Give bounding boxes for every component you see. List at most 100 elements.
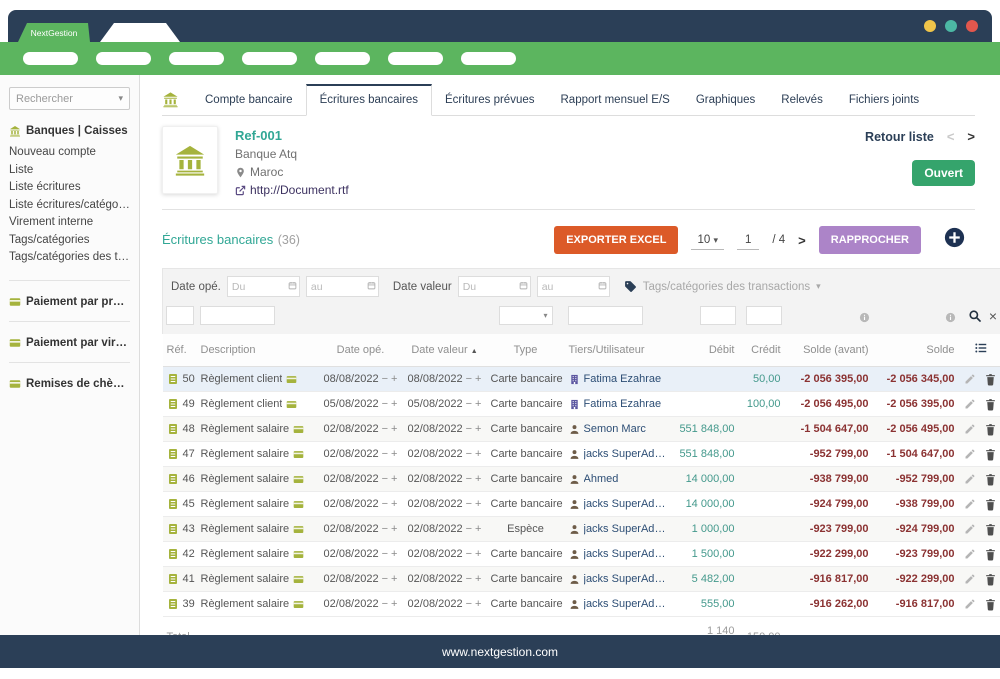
tiers-link[interactable]: Ahmed: [584, 473, 619, 485]
add-entry-button[interactable]: [944, 227, 965, 248]
date-plus-control[interactable]: +: [391, 548, 397, 560]
sidebar-item[interactable]: Virement interne: [9, 214, 130, 232]
table-row[interactable]: 39Règlement salaire02/08/2022−+02/08/202…: [163, 592, 1000, 617]
sidebar-item[interactable]: Tags/catégories des tran...: [9, 249, 130, 267]
tiers-link[interactable]: jacks SuperAdmin: [584, 598, 667, 610]
edit-icon[interactable]: [964, 598, 976, 610]
date-minus-control[interactable]: −: [382, 398, 388, 410]
secondary-browser-tab[interactable]: [100, 23, 180, 42]
date-plus-control[interactable]: +: [391, 573, 397, 585]
col-tiers[interactable]: Tiers/Utilisateur: [565, 334, 671, 367]
date-plus-control[interactable]: +: [475, 423, 481, 435]
filter-ref-input[interactable]: [166, 306, 194, 325]
table-row[interactable]: 45Règlement salaire02/08/2022−+02/08/202…: [163, 492, 1000, 517]
zoom-button[interactable]: [945, 20, 957, 32]
col-date-ope[interactable]: Date opé.: [319, 334, 403, 367]
date-plus-control[interactable]: +: [391, 473, 397, 485]
filter-type-select[interactable]: ▾: [499, 306, 553, 325]
status-open-button[interactable]: Ouvert: [912, 160, 975, 186]
date-minus-control[interactable]: −: [466, 498, 472, 510]
delete-icon[interactable]: [984, 498, 997, 511]
col-type[interactable]: Type: [487, 334, 565, 367]
date-minus-control[interactable]: −: [466, 423, 472, 435]
sidebar-section-title[interactable]: Banques | Caisses: [9, 125, 130, 137]
edit-icon[interactable]: [964, 498, 976, 510]
sidebar-item[interactable]: Liste écritures: [9, 179, 130, 197]
tab-graphiques[interactable]: Graphiques: [683, 84, 768, 115]
date-minus-control[interactable]: −: [466, 523, 472, 535]
date-minus-control[interactable]: −: [382, 548, 388, 560]
table-row[interactable]: 41Règlement salaire02/08/2022−+02/08/202…: [163, 567, 1000, 592]
date-minus-control[interactable]: −: [466, 398, 472, 410]
sidebar-section-title[interactable]: Remises de chèques: [9, 378, 130, 390]
tiers-link[interactable]: jacks SuperAdmin: [584, 448, 667, 460]
chevron-right-icon[interactable]: >: [967, 129, 975, 144]
date-minus-control[interactable]: −: [382, 448, 388, 460]
date-plus-control[interactable]: +: [391, 498, 397, 510]
date-plus-control[interactable]: +: [391, 598, 397, 610]
export-excel-button[interactable]: EXPORTER EXCEL: [554, 226, 678, 254]
delete-icon[interactable]: [984, 473, 997, 486]
clear-filters-icon[interactable]: ×: [989, 309, 997, 323]
menu-pill[interactable]: [96, 52, 151, 65]
col-credit[interactable]: Crédit: [739, 334, 785, 367]
table-row[interactable]: 46Règlement salaire02/08/2022−+02/08/202…: [163, 467, 1000, 492]
date-minus-control[interactable]: −: [466, 448, 472, 460]
menu-pill[interactable]: [242, 52, 297, 65]
col-solde[interactable]: Solde: [873, 334, 959, 367]
reconcile-button[interactable]: RAPPROCHER: [819, 226, 921, 254]
date-plus-control[interactable]: +: [475, 573, 481, 585]
date-minus-control[interactable]: −: [466, 473, 472, 485]
date-minus-control[interactable]: −: [382, 423, 388, 435]
filter-tiers-input[interactable]: [568, 306, 643, 325]
sidebar-item[interactable]: Nouveau compte: [9, 144, 130, 162]
date-minus-control[interactable]: −: [382, 473, 388, 485]
edit-icon[interactable]: [964, 398, 976, 410]
delete-icon[interactable]: [984, 398, 997, 411]
tab-rapport-mensuel-e/s[interactable]: Rapport mensuel E/S: [548, 84, 683, 115]
date-minus-control[interactable]: −: [382, 498, 388, 510]
edit-icon[interactable]: [964, 373, 976, 385]
menu-pill[interactable]: [169, 52, 224, 65]
date-minus-control[interactable]: −: [466, 373, 472, 385]
col-date-valeur[interactable]: Date valeur ▲: [403, 334, 487, 367]
date-plus-control[interactable]: +: [475, 448, 481, 460]
date-minus-control[interactable]: −: [382, 573, 388, 585]
tab-écritures-prévues[interactable]: Écritures prévues: [432, 84, 547, 115]
tiers-link[interactable]: Fatima Ezahrae: [584, 398, 662, 410]
chevron-left-icon[interactable]: <: [947, 129, 955, 144]
delete-icon[interactable]: [984, 423, 997, 436]
tiers-link[interactable]: jacks SuperAdmin: [584, 523, 667, 535]
tiers-link[interactable]: jacks SuperAdmin: [584, 573, 667, 585]
date-plus-control[interactable]: +: [391, 398, 397, 410]
menu-pill[interactable]: [388, 52, 443, 65]
date-minus-control[interactable]: −: [466, 548, 472, 560]
edit-icon[interactable]: [964, 448, 976, 460]
date-plus-control[interactable]: +: [475, 373, 481, 385]
table-row[interactable]: 43Règlement salaire02/08/2022−+02/08/202…: [163, 517, 1000, 542]
delete-icon[interactable]: [984, 548, 997, 561]
edit-icon[interactable]: [964, 523, 976, 535]
delete-icon[interactable]: [984, 598, 997, 611]
edit-icon[interactable]: [964, 473, 976, 485]
date-plus-control[interactable]: +: [475, 598, 481, 610]
current-page-input[interactable]: 1: [737, 231, 759, 250]
date-plus-control[interactable]: +: [475, 523, 481, 535]
date-plus-control[interactable]: +: [391, 373, 397, 385]
tab-compte-bancaire[interactable]: Compte bancaire: [192, 84, 306, 115]
menu-pill[interactable]: [23, 52, 78, 65]
footer-url[interactable]: www.nextgestion.com: [442, 645, 558, 659]
close-button[interactable]: [966, 20, 978, 32]
col-debit[interactable]: Débit: [671, 334, 739, 367]
tab-fichiers-joints[interactable]: Fichiers joints: [836, 84, 932, 115]
date-plus-control[interactable]: +: [475, 473, 481, 485]
search-icon[interactable]: [968, 309, 982, 323]
tab-relevés[interactable]: Relevés: [768, 84, 836, 115]
back-to-list-link[interactable]: Retour liste: [865, 130, 934, 144]
date-plus-control[interactable]: +: [475, 498, 481, 510]
delete-icon[interactable]: [984, 573, 997, 586]
date-plus-control[interactable]: +: [391, 523, 397, 535]
edit-icon[interactable]: [964, 573, 976, 585]
next-page-chevron[interactable]: >: [798, 233, 806, 248]
sidebar-search-select[interactable]: Rechercher ▾: [9, 87, 130, 110]
